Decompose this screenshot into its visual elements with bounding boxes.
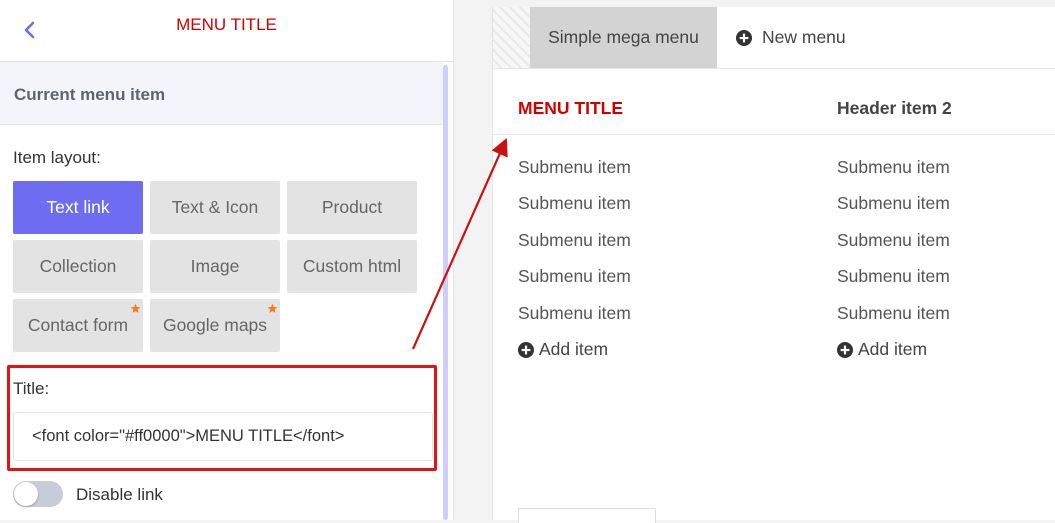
layout-option-text-icon[interactable]: Text & Icon bbox=[150, 181, 280, 234]
new-menu-label: New menu bbox=[762, 27, 846, 47]
mega-menu-preview bbox=[492, 69, 1055, 520]
submenu-item[interactable]: Submenu item bbox=[837, 266, 950, 287]
submenu-item[interactable]: Submenu item bbox=[837, 303, 950, 324]
star-icon bbox=[130, 303, 141, 313]
tab-simple-mega-menu[interactable]: Simple mega menu bbox=[530, 7, 717, 68]
layout-option-label: Contact form bbox=[27, 315, 129, 335]
add-item-label: Add item bbox=[858, 339, 928, 359]
current-menu-item-section: Current menu item bbox=[0, 62, 445, 125]
submenu-item[interactable]: Submenu item bbox=[518, 266, 631, 287]
partial-box bbox=[518, 508, 656, 523]
plus-circle-icon bbox=[518, 341, 534, 358]
submenu-item[interactable]: Submenu item bbox=[837, 230, 950, 251]
star-icon bbox=[267, 303, 278, 313]
panel-title: MENU TITLE bbox=[176, 15, 277, 34]
layout-option-product[interactable]: Product bbox=[287, 181, 417, 234]
layout-option-custom-html[interactable]: Custom html bbox=[287, 240, 417, 293]
submenu-item[interactable]: Submenu item bbox=[518, 157, 631, 178]
scrollbar-thumb[interactable] bbox=[443, 65, 448, 520]
add-item-button-col2[interactable]: Add item bbox=[837, 339, 927, 360]
submenu-item[interactable]: Submenu item bbox=[837, 157, 950, 178]
add-item-label: Add item bbox=[539, 339, 609, 359]
header-divider bbox=[493, 134, 1055, 135]
layout-option-contact-form[interactable]: Contact form bbox=[13, 299, 143, 352]
section-title: Current menu item bbox=[14, 85, 166, 104]
plus-circle-icon bbox=[837, 341, 853, 358]
column-header-2[interactable]: Header item 2 bbox=[837, 98, 952, 119]
layout-option-collection[interactable]: Collection bbox=[13, 240, 143, 293]
add-item-button-col1[interactable]: Add item bbox=[518, 339, 608, 360]
layout-option-image[interactable]: Image bbox=[150, 240, 280, 293]
layout-option-text-link[interactable]: Text link bbox=[13, 181, 143, 234]
title-label: Title: bbox=[13, 379, 50, 398]
disable-link-label: Disable link bbox=[76, 485, 163, 504]
new-menu-button[interactable]: New menu bbox=[736, 27, 846, 48]
menu-tab-bar: Simple mega menu New menu bbox=[492, 7, 1055, 69]
panel-header: MENU TITLE bbox=[0, 0, 453, 62]
layout-option-label: Google maps bbox=[162, 315, 268, 335]
submenu-item[interactable]: Submenu item bbox=[518, 303, 631, 324]
submenu-item[interactable]: Submenu item bbox=[837, 193, 950, 214]
toggle-knob bbox=[14, 482, 38, 506]
disable-link-toggle[interactable] bbox=[13, 481, 63, 507]
tab-bar-pattern bbox=[492, 7, 531, 68]
item-layout-label: Item layout: bbox=[13, 148, 101, 167]
left-panel: MENU TITLE Current menu item Item layout… bbox=[0, 0, 454, 520]
layout-option-google-maps[interactable]: Google maps bbox=[150, 299, 280, 352]
submenu-item[interactable]: Submenu item bbox=[518, 193, 631, 214]
submenu-item[interactable]: Submenu item bbox=[518, 230, 631, 251]
column-header-1[interactable]: MENU TITLE bbox=[518, 98, 623, 119]
title-input[interactable] bbox=[13, 412, 433, 461]
plus-circle-icon bbox=[736, 29, 752, 46]
